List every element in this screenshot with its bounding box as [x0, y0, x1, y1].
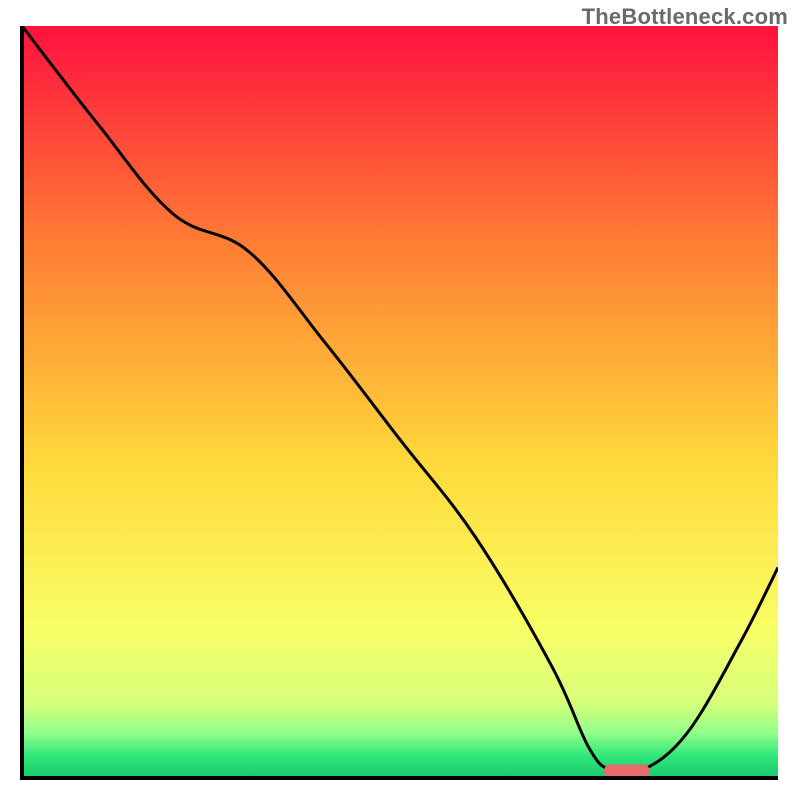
optimal-marker: [604, 764, 649, 777]
plot-background: [22, 26, 778, 778]
chart-container: TheBottleneck.com: [0, 0, 800, 800]
chart-svg: [0, 0, 800, 800]
watermark-text: TheBottleneck.com: [582, 4, 788, 30]
